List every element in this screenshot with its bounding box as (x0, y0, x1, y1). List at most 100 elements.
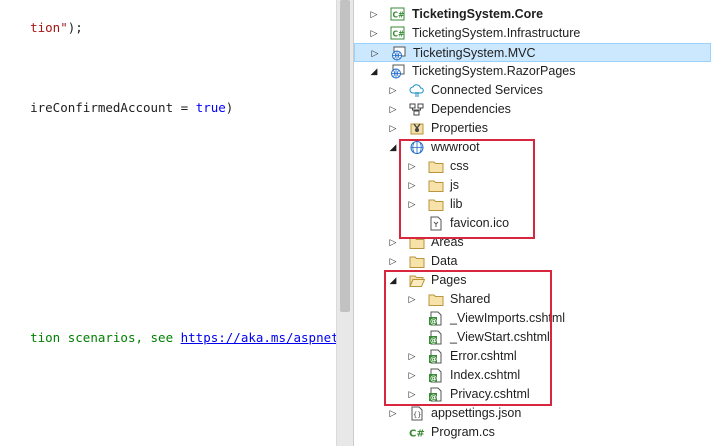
svg-text:@: @ (430, 375, 437, 383)
tree-item[interactable]: ◢ wwwroot (354, 138, 711, 157)
tree-item-label: Index.cshtml (450, 368, 521, 382)
code-line: tion scenarios, see https://aka.ms/aspne… (0, 314, 336, 362)
tree-item[interactable]: ▷ C# TicketingSystem.Infrastructure (354, 24, 711, 43)
expand-arrow-collapsed-icon[interactable]: ▷ (406, 195, 418, 214)
tree-item-label: _ViewStart.cshtml (450, 330, 550, 344)
json-file-icon: {} (409, 406, 425, 421)
tree-item[interactable]: ▷ @ Error.cshtml (354, 347, 711, 366)
expand-arrow-collapsed-icon[interactable]: ▷ (406, 157, 418, 176)
razor-file-icon: @ (428, 387, 444, 402)
expand-arrow-collapsed-icon[interactable]: ▷ (406, 366, 418, 385)
properties-icon (409, 121, 425, 136)
expand-arrow-collapsed-icon[interactable]: ▷ (387, 233, 399, 252)
tree-item-label: Data (431, 254, 458, 268)
web-project-icon (391, 46, 407, 61)
tree-item[interactable]: ▷ Properties (354, 119, 711, 138)
expand-arrow-collapsed-icon[interactable]: ▷ (387, 81, 399, 100)
svg-text:C#: C# (393, 11, 405, 20)
web-project-icon (390, 64, 406, 79)
tree-item-label: js (450, 178, 460, 192)
tree-item-label: Areas (431, 235, 464, 249)
tree-item[interactable]: ▷ TicketingSystem.MVC (354, 43, 711, 62)
tree-item-label: Shared (450, 292, 491, 306)
expand-arrow-collapsed-icon[interactable]: ▷ (368, 24, 380, 43)
code-token: ); (67, 20, 83, 35)
dependencies-icon (409, 102, 425, 117)
expand-arrow-collapsed-icon[interactable]: ▷ (387, 252, 399, 271)
tree-item[interactable]: ▷ @ Index.cshtml (354, 366, 711, 385)
expand-arrow-collapsed-icon[interactable]: ▷ (406, 385, 418, 404)
editor-vertical-scrollbar[interactable] (336, 0, 353, 446)
tree-item[interactable]: ◢ TicketingSystem.RazorPages (354, 62, 711, 81)
tree-item[interactable]: ▷ js (354, 176, 711, 195)
expand-arrow-collapsed-icon[interactable]: ▷ (406, 347, 418, 366)
svg-text:C#: C# (393, 30, 405, 39)
code-token: ireConfirmedAccount = (30, 100, 196, 115)
expand-arrow-collapsed-icon[interactable]: ▷ (406, 176, 418, 195)
tree-item-label: Error.cshtml (450, 349, 517, 363)
razor-file-icon: @ (428, 368, 444, 383)
expand-arrow-expanded-icon[interactable]: ◢ (368, 62, 380, 81)
tree-item-label: TicketingSystem.Infrastructure (412, 26, 581, 40)
connected-services-icon (409, 83, 425, 98)
tree-item-label: Program.cs (431, 425, 495, 439)
tree-item[interactable]: ▷ Dependencies (354, 100, 711, 119)
tree-item-label: Pages (431, 273, 467, 287)
tree-item-label: Privacy.cshtml (450, 387, 530, 401)
tree-item[interactable]: C# Program.cs (354, 423, 711, 442)
tree-item-label: favicon.ico (450, 216, 510, 230)
expand-arrow-collapsed-icon[interactable]: ▷ (387, 100, 399, 119)
expand-arrow-expanded-icon[interactable]: ◢ (387, 138, 399, 157)
csharp-project-icon: C# (390, 7, 406, 22)
razor-file-icon: @ (428, 330, 444, 345)
tree-item[interactable]: ▷ C# TicketingSystem.Core (354, 5, 711, 24)
tree-item[interactable]: ▷ {} appsettings.json (354, 404, 711, 423)
tree-item[interactable]: ▷ Shared (354, 290, 711, 309)
tree-item[interactable]: @ _ViewImports.cshtml (354, 309, 711, 328)
svg-text:@: @ (430, 337, 437, 345)
folder-icon (428, 159, 444, 174)
code-line: tion"); (0, 4, 83, 52)
expand-arrow-collapsed-icon[interactable]: ▷ (369, 44, 381, 63)
tree-item[interactable]: ▷ Data (354, 252, 711, 271)
tree-item-label: appsettings.json (431, 406, 522, 420)
svg-text:@: @ (430, 318, 437, 326)
tree-item-label: TicketingSystem.Core (412, 7, 544, 21)
expand-arrow-collapsed-icon[interactable]: ▷ (368, 5, 380, 24)
tree-item[interactable]: ▷ @ Privacy.cshtml (354, 385, 711, 404)
svg-text:C#: C# (409, 429, 425, 440)
solution-explorer: ▷ C# TicketingSystem.Core ▷ C# TicketingSyste… (354, 0, 711, 446)
expand-arrow-collapsed-icon[interactable]: ▷ (387, 404, 399, 423)
folder-icon (409, 235, 425, 250)
folder-icon (428, 292, 444, 307)
tree-item-label: TicketingSystem.RazorPages (412, 64, 576, 78)
expand-arrow-collapsed-icon[interactable]: ▷ (387, 119, 399, 138)
folder-icon (428, 197, 444, 212)
folder-icon (409, 254, 425, 269)
razor-file-icon: @ (428, 349, 444, 364)
file-icon (428, 216, 444, 231)
tree-item-label: TicketingSystem.MVC (413, 46, 536, 60)
docs-link[interactable]: https://aka.ms/aspnetcore- (181, 330, 336, 345)
tree-item-label: Dependencies (431, 102, 511, 116)
scrollbar-thumb[interactable] (340, 0, 350, 312)
svg-text:@: @ (430, 356, 437, 364)
tree-item[interactable]: @ _ViewStart.cshtml (354, 328, 711, 347)
tree-item[interactable]: ▷ lib (354, 195, 711, 214)
tree-item-label: _ViewImports.cshtml (450, 311, 566, 325)
tree-item[interactable]: ▷ Connected Services (354, 81, 711, 100)
expand-arrow-collapsed-icon[interactable]: ▷ (406, 290, 418, 309)
tree-item[interactable]: ▷ Areas (354, 233, 711, 252)
code-token: tion" (30, 20, 68, 35)
tree-item[interactable]: ◢ Pages (354, 271, 711, 290)
code-token: ) (225, 100, 234, 115)
tree-item[interactable]: favicon.ico (354, 214, 711, 233)
folder-icon (428, 178, 444, 193)
tree-item-label: css (450, 159, 469, 173)
razor-file-icon: @ (428, 311, 444, 326)
code-editor[interactable]: tion"); ireConfirmedAccount = true) tion… (0, 0, 336, 446)
globe-icon (409, 140, 425, 155)
tree-item-label: lib (450, 197, 463, 211)
tree-item[interactable]: ▷ css (354, 157, 711, 176)
expand-arrow-expanded-icon[interactable]: ◢ (387, 271, 399, 290)
